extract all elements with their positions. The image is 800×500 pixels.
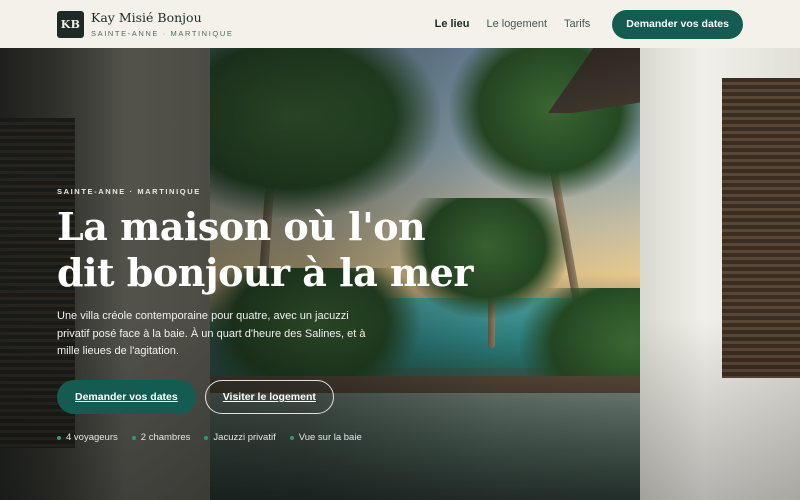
nav-link-tarifs[interactable]: Tarifs: [564, 18, 590, 30]
main-nav: Le lieu Le logement Tarifs Demander vos …: [435, 9, 743, 39]
feature-item: 2 chambres: [131, 432, 191, 443]
brand[interactable]: Kay Misié Bonjou SAINTE-ANNE · MARTINIQU…: [91, 10, 233, 38]
feature-label: Jacuzzi privatif: [213, 432, 276, 443]
header-request-dates-button[interactable]: Demander vos dates: [612, 9, 743, 39]
feature-item: Jacuzzi privatif: [204, 432, 276, 443]
site-header: KB Kay Misié Bonjou SAINTE-ANNE · MARTIN…: [0, 0, 800, 48]
brand-location: SAINTE-ANNE · MARTINIQUE: [91, 29, 234, 38]
bullet-dot-icon: [131, 435, 136, 440]
brand-name: Kay Misié Bonjou: [91, 10, 202, 25]
feature-item: Vue sur la baie: [289, 432, 362, 443]
bullet-dot-icon: [57, 435, 61, 440]
nav-link-le-logement[interactable]: Le logement: [486, 18, 547, 30]
hero-buttons: Demander vos dates Visiter le logement: [57, 380, 334, 414]
hero-title: La maison où l'on dit bonjour à la mer: [57, 204, 473, 295]
logo-badge[interactable]: KB: [57, 10, 84, 38]
feature-label: 2 chambres: [140, 432, 191, 443]
hero-section: SAINTE-ANNE · MARTINIQUE La maison où l'…: [0, 48, 800, 500]
hero-eyebrow: SAINTE-ANNE · MARTINIQUE: [57, 187, 201, 196]
request-dates-button[interactable]: Demander vos dates: [57, 380, 196, 414]
bullet-dot-icon: [289, 435, 294, 440]
feature-label: Vue sur la baie: [298, 432, 362, 443]
hero-description: Une villa créole contemporaine pour quat…: [57, 310, 366, 357]
bullet-dot-icon: [204, 435, 209, 440]
nav-link-le-lieu[interactable]: Le lieu: [435, 18, 470, 30]
visit-property-button[interactable]: Visiter le logement: [204, 380, 334, 414]
feature-item: 4 voyageurs: [57, 432, 118, 443]
feature-list: 4 voyageurs 2 chambres Jacuzzi privatif …: [57, 432, 376, 443]
feature-label: 4 voyageurs: [66, 432, 118, 443]
